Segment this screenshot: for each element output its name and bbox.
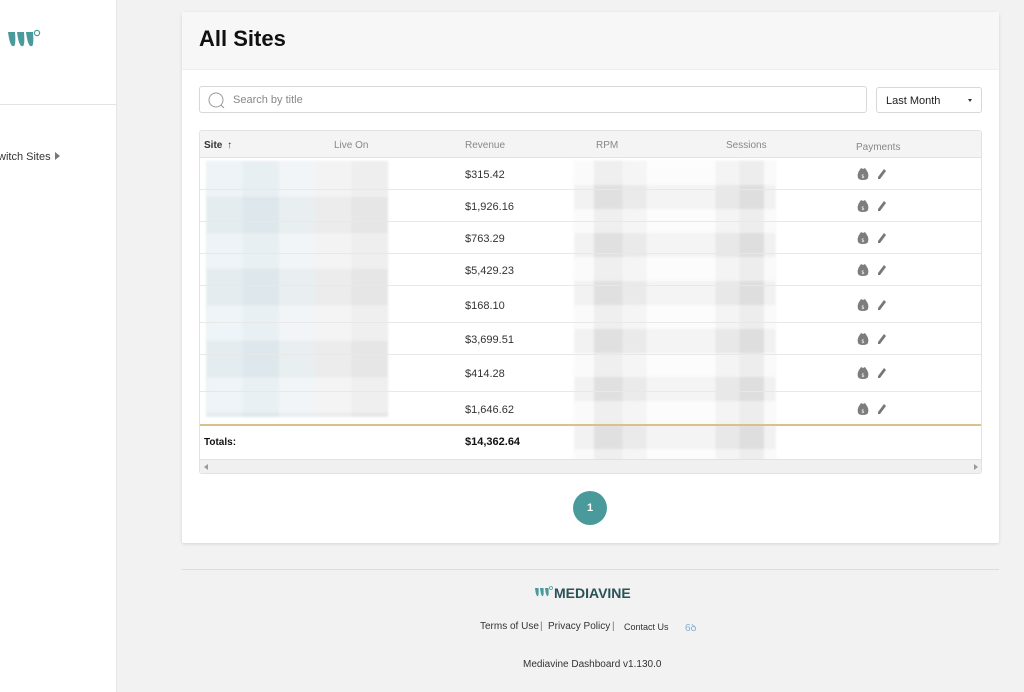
sidebar: witch Sites — [0, 0, 117, 692]
revenue-cell: $414.28 — [465, 368, 505, 380]
horizontal-scrollbar[interactable] — [200, 459, 981, 473]
privacy-policy-link[interactable]: Privacy Policy — [548, 621, 610, 632]
table-row[interactable]: $414.28 $ — [200, 355, 981, 392]
contact-us-link[interactable]: Contact Us — [624, 622, 669, 632]
table-row[interactable]: $3,699.51 $ — [200, 323, 981, 355]
table-row[interactable]: $315.42 $ — [200, 158, 981, 190]
table-row[interactable]: $168.10 $ — [200, 286, 981, 323]
payment-actions: $ — [856, 167, 890, 186]
payment-actions: $ — [856, 231, 890, 250]
money-bag-icon[interactable]: $ — [856, 366, 890, 380]
footer-divider — [182, 569, 999, 570]
table-row[interactable]: $1,926.16 $ — [200, 190, 981, 222]
column-header-revenue[interactable]: Revenue — [465, 140, 505, 151]
table-row[interactable]: $1,646.62 $ — [200, 392, 981, 424]
dashboard-version: Mediavine Dashboard v1.130.0 — [523, 659, 662, 670]
mediavine-footer-logo: MEDIAVINE — [534, 583, 650, 606]
date-range-select[interactable]: Last Month — [876, 87, 982, 113]
totals-revenue: $14,362.64 — [465, 436, 521, 448]
table-header: Site ↑ Live On Revenue RPM Sessions Paym… — [200, 131, 981, 158]
column-header-rpm[interactable]: RPM — [596, 140, 618, 151]
sidebar-divider — [0, 104, 117, 105]
scroll-right-icon[interactable] — [974, 464, 978, 470]
totals-divider — [200, 424, 981, 426]
link-separator: | — [612, 621, 615, 632]
search-icon — [208, 92, 225, 109]
revenue-cell: $1,646.62 — [465, 404, 514, 416]
revenue-cell: $1,926.16 — [465, 201, 514, 213]
svg-text:$: $ — [861, 238, 864, 244]
revenue-cell: $315.42 — [465, 169, 505, 181]
svg-text:$: $ — [861, 174, 864, 180]
svg-text:$: $ — [861, 270, 864, 276]
column-header-sessions[interactable]: Sessions — [726, 140, 767, 151]
money-bag-icon[interactable]: $ — [856, 263, 890, 277]
svg-text:$: $ — [861, 339, 864, 345]
money-bag-icon[interactable]: $ — [856, 402, 890, 416]
scroll-left-icon[interactable] — [204, 464, 208, 470]
money-bag-icon[interactable]: $ — [856, 298, 890, 312]
table-row[interactable]: $763.29 $ — [200, 222, 981, 254]
sites-table: Site ↑ Live On Revenue RPM Sessions Paym… — [199, 130, 982, 474]
money-bag-icon[interactable]: $ — [856, 332, 890, 346]
chevron-down-icon — [968, 99, 972, 102]
payment-actions: $ — [856, 402, 890, 421]
switch-sites-label: witch Sites — [0, 151, 51, 163]
sort-up-icon: ↑ — [227, 140, 233, 151]
money-bag-icon[interactable]: $ — [856, 167, 890, 181]
money-bag-icon[interactable]: $ — [856, 231, 890, 245]
payment-actions: $ — [856, 332, 890, 351]
table-row[interactable]: $5,429.23 $ — [200, 254, 981, 286]
brand-text: MEDIAVINE — [554, 585, 631, 601]
caret-right-icon — [54, 152, 60, 161]
version-badge-icon: 6ꝺ — [685, 623, 697, 634]
date-range-value: Last Month — [886, 95, 941, 107]
payment-actions: $ — [856, 263, 890, 282]
svg-text:$: $ — [861, 206, 864, 212]
pagination-page-button[interactable]: 1 — [573, 491, 607, 525]
totals-label: Totals: — [204, 437, 237, 448]
mediavine-logo-icon[interactable] — [6, 26, 42, 57]
card-header: All Sites — [182, 12, 999, 70]
payment-actions: $ — [856, 199, 890, 218]
payment-actions: $ — [856, 366, 890, 385]
svg-text:$: $ — [861, 373, 864, 379]
search-input[interactable] — [233, 91, 833, 109]
svg-text:$: $ — [861, 409, 864, 415]
all-sites-card: All Sites Last Month Site ↑ Live On Reve… — [182, 12, 999, 543]
column-header-payments: Payments — [856, 142, 901, 153]
payment-actions: $ — [856, 298, 890, 317]
column-label: Site — [204, 140, 223, 151]
money-bag-icon[interactable]: $ — [856, 199, 890, 213]
column-header-live-on[interactable]: Live On — [334, 140, 368, 151]
revenue-cell: $763.29 — [465, 233, 505, 245]
link-separator: | — [540, 621, 543, 632]
switch-sites-menu[interactable]: witch Sites — [0, 151, 60, 163]
svg-text:$: $ — [861, 305, 864, 311]
page-title: All Sites — [199, 26, 286, 51]
revenue-cell: $5,429.23 — [465, 265, 514, 277]
revenue-cell: $168.10 — [465, 300, 505, 312]
revenue-cell: $3,699.51 — [465, 334, 514, 346]
search-box[interactable] — [199, 86, 867, 113]
terms-of-use-link[interactable]: Terms of Use — [480, 621, 539, 632]
column-header-site[interactable]: Site ↑ — [204, 140, 232, 151]
